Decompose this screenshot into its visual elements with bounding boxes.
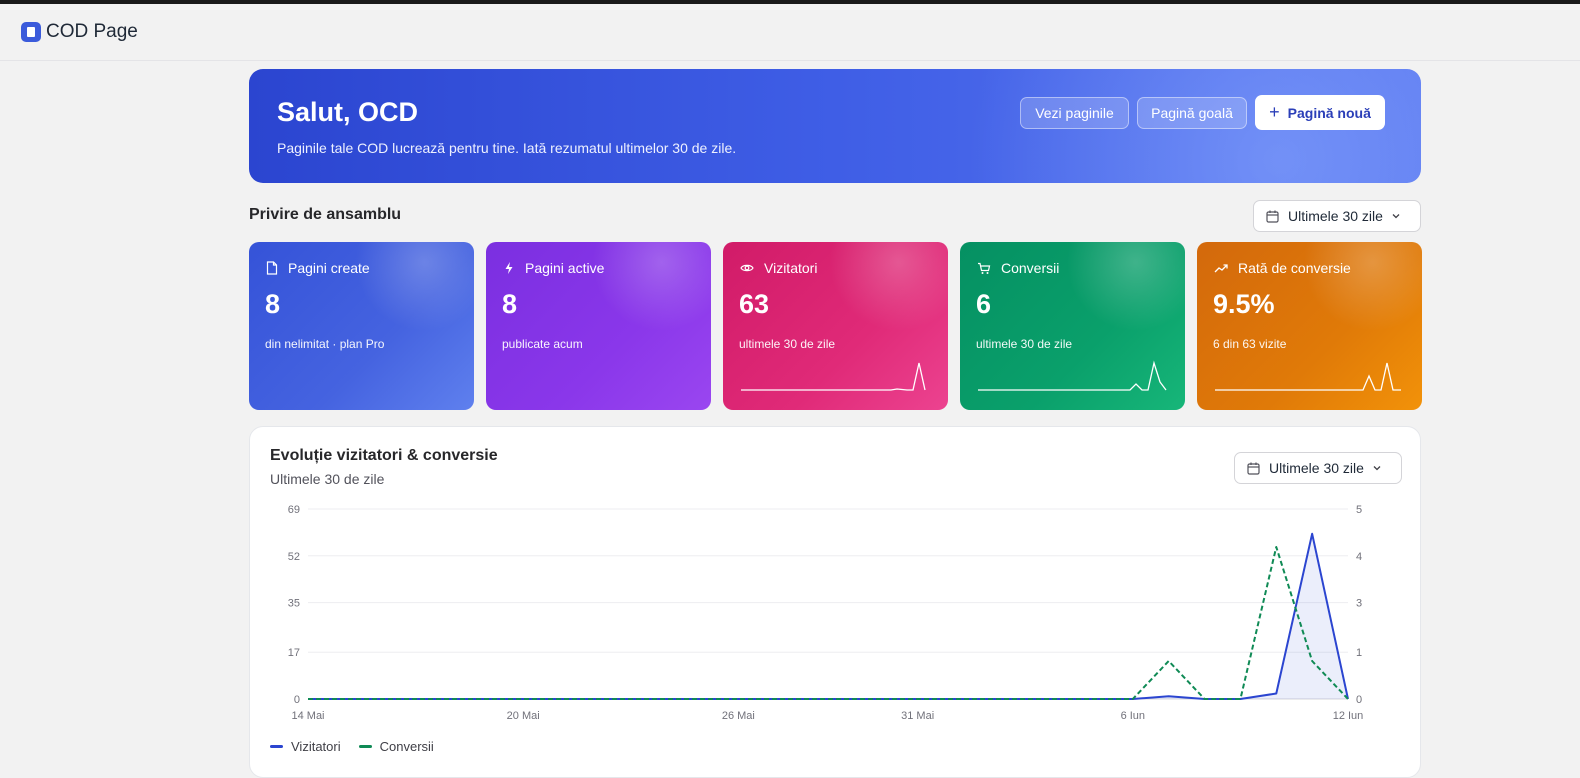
stat-label: Vizitatori <box>764 260 818 276</box>
legend-swatch <box>270 745 283 748</box>
new-page-label: Pagină nouă <box>1287 104 1371 121</box>
conversion-rate-sparkline <box>1215 362 1401 391</box>
stat-value: 8 <box>502 289 518 319</box>
overview-period-value: Ultimele 30 zile <box>1288 208 1383 224</box>
series-line-conversions <box>308 546 1349 700</box>
legend-label: Conversii <box>379 739 434 754</box>
x-tick-label: 6 Iun <box>1121 710 1145 722</box>
evolution-panel: Evoluție vizitatori & conversie Ultimele… <box>249 426 1421 778</box>
stat-label: Pagini create <box>288 260 370 276</box>
overview-period-select[interactable]: Ultimele 30 zile <box>1253 200 1421 232</box>
calendar-icon <box>1266 210 1279 223</box>
eye-icon <box>740 264 754 272</box>
stat-caption: ultimele 30 de zile <box>739 337 836 351</box>
stat-card-visitors[interactable]: Vizitatori 63 ultimele 30 de zile <box>723 242 948 410</box>
bolt-icon <box>505 262 513 274</box>
trending-up-icon <box>1214 264 1228 273</box>
y-left-tick-label: 69 <box>288 504 300 516</box>
visitors-sparkline <box>741 362 926 391</box>
y-right-tick-label: 4 <box>1356 551 1362 563</box>
y-left-tick-label: 17 <box>288 647 300 659</box>
y-right-tick-label: 3 <box>1356 598 1362 610</box>
y-left-tick-label: 35 <box>288 598 300 610</box>
legend-swatch <box>358 745 372 748</box>
y-left-tick-label: 0 <box>294 694 300 706</box>
series-line-visitors <box>308 532 1349 700</box>
x-tick-label: 20 Mai <box>507 710 540 722</box>
legend-label: Vizitatori <box>291 739 341 754</box>
stat-caption: 6 din 63 vizite <box>1213 337 1287 351</box>
x-tick-label: 14 Mai <box>291 710 324 722</box>
y-right-tick-label: 5 <box>1356 504 1362 516</box>
welcome-banner: Salut, OCD Paginile tale COD lucrează pe… <box>249 69 1421 183</box>
stat-card-pages-created[interactable]: Pagini create 8 din nelimitat · plan Pro <box>249 242 474 410</box>
stat-value: 63 <box>739 289 770 319</box>
stat-caption: din nelimitat · plan Pro <box>265 337 385 351</box>
y-right-tick-label: 1 <box>1356 647 1362 659</box>
welcome-subtitle: Paginile tale COD lucrează pentru tine. … <box>277 140 737 156</box>
evolution-chart: 0 17 35 52 69 0 1 3 4 5 14 Mai 20 Mai 26 Mai 31 Mai 6 … <box>288 504 1364 722</box>
legend-item-visitors[interactable]: Vizitatori <box>270 739 341 754</box>
welcome-title: Salut, OCD <box>277 97 419 127</box>
stat-value: 8 <box>265 289 281 319</box>
x-tick-label: 12 Iun <box>1333 710 1364 722</box>
visitors-area <box>308 533 1348 699</box>
y-right-tick-label: 0 <box>1356 694 1362 706</box>
new-page-button[interactable]: + Pagină nouă <box>1255 95 1385 130</box>
stat-value: 6 <box>976 289 992 319</box>
x-tick-label: 26 Mai <box>722 710 755 722</box>
plus-icon: + <box>1269 102 1280 122</box>
view-pages-button[interactable]: Vezi paginile <box>1020 97 1129 129</box>
stat-card-conversions[interactable]: Conversii 6 ultimele 30 de zile <box>960 242 1185 410</box>
chevron-down-icon <box>1392 214 1400 219</box>
app-brand[interactable]: COD Page <box>46 21 138 43</box>
overview-title: Privire de ansamblu <box>249 206 402 223</box>
stat-label: Rată de conversie <box>1238 260 1351 276</box>
stat-caption: ultimele 30 de zile <box>976 337 1073 351</box>
x-tick-label: 31 Mai <box>901 710 934 722</box>
stat-value: 9.5% <box>1213 289 1275 319</box>
stat-caption: publicate acum <box>502 337 583 351</box>
conversions-sparkline <box>978 360 1167 391</box>
app-logo-icon[interactable] <box>21 22 41 42</box>
cart-icon <box>978 262 991 274</box>
stat-label: Conversii <box>1001 260 1060 276</box>
legend-item-conversions[interactable]: Conversii <box>358 739 434 754</box>
y-left-tick-label: 52 <box>288 551 300 563</box>
stat-label: Pagini active <box>525 260 605 276</box>
stat-card-pages-active[interactable]: Pagini active 8 publicate acum <box>486 242 711 410</box>
file-icon <box>266 261 278 275</box>
stat-card-conversion-rate[interactable]: Rată de conversie 9.5% 6 din 63 vizite <box>1197 242 1422 410</box>
blank-page-button[interactable]: Pagină goală <box>1137 97 1247 129</box>
chart-legend: Vizitatori Conversii <box>270 739 452 754</box>
top-bar: COD Page <box>0 4 1580 61</box>
